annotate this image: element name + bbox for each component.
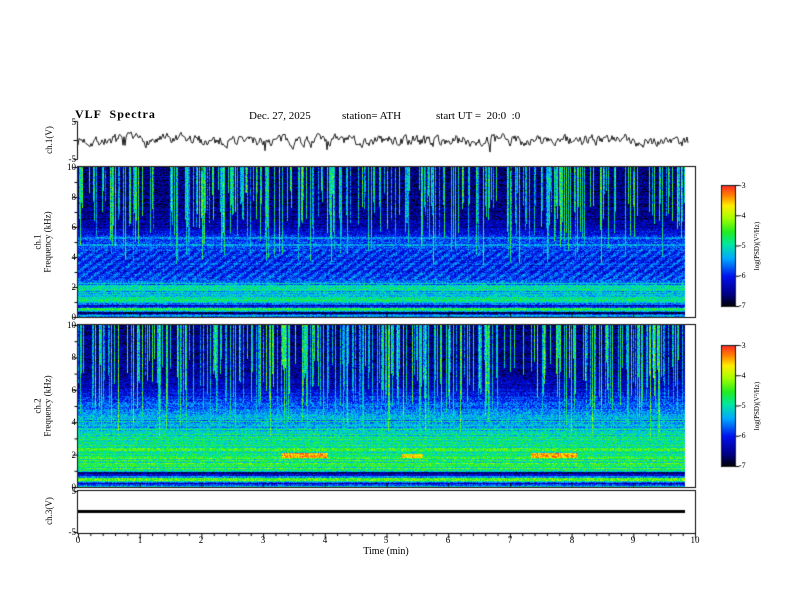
colorbar-tick-label: -6: [739, 431, 746, 440]
ch2-spectrogram-ylabel: ch.2 Frequency (kHz): [33, 375, 54, 436]
ch1-spec-ylabel-line1: ch.1: [32, 234, 43, 250]
colorbar-tick-label: -3: [739, 181, 746, 190]
time-tick-label: 10: [690, 535, 700, 545]
colorbar-ch1-canvas: [722, 186, 735, 306]
colorbar-tick-label: -4: [739, 211, 746, 220]
colorbar-tick-label: -7: [739, 301, 746, 310]
ch1-spectrogram-canvas: [78, 167, 694, 317]
freq-tick-label: 8: [71, 192, 77, 202]
station-label: station= ATH: [342, 110, 402, 122]
ch3-waveform-ylabel: ch.3(V): [43, 497, 54, 525]
ch1-waveform-canvas: [78, 122, 694, 159]
plot-date: Dec. 27, 2025: [249, 110, 311, 122]
freq-tick-label: 6: [71, 385, 77, 395]
time-tick-label: 4: [322, 535, 328, 545]
colorbar-tick-label: -6: [739, 271, 746, 280]
freq-tick-label: 6: [71, 222, 77, 232]
colorbar-tick-label: -7: [739, 461, 746, 470]
ch2-spectrogram-canvas: [78, 325, 694, 487]
colorbar-tick-label: -5: [739, 401, 746, 410]
freq-tick-label: 2: [71, 282, 77, 292]
freq-tick-label: 0: [71, 482, 77, 492]
freq-tick-label: 2: [71, 450, 77, 460]
time-axis-label: Time (min): [363, 546, 409, 557]
ch1-spec-ylabel-line2: Frequency (kHz): [43, 211, 53, 273]
time-tick-label: 0: [75, 535, 81, 545]
freq-tick-label: 4: [71, 252, 77, 262]
colorbar-tick-label: -3: [739, 341, 746, 350]
plot-title: VLF Spectra: [75, 107, 156, 121]
time-tick-label: 2: [198, 535, 204, 545]
ch3-waveform-canvas: [78, 491, 694, 532]
time-tick-label: 8: [569, 535, 575, 545]
ch1-waveform-ylabel: ch.1(V): [43, 126, 54, 154]
time-tick-label: 7: [507, 535, 513, 545]
time-tick-label: 1: [137, 535, 143, 545]
ch2-spec-ylabel-line2: Frequency (kHz): [43, 375, 53, 437]
colorbar-ch2-canvas: [722, 346, 735, 466]
ch2-spec-ylabel-line1: ch.2: [32, 398, 43, 414]
freq-tick-label: 8: [71, 352, 77, 362]
colorbar-tick-label: -4: [739, 371, 746, 380]
colorbar-tick-label: -5: [739, 241, 746, 250]
freq-tick-label: 10: [67, 320, 76, 330]
freq-tick-label: 10: [67, 162, 76, 172]
volt-tick-label: 5: [71, 117, 77, 127]
freq-tick-label: 4: [71, 417, 77, 427]
ch1-spectrogram-ylabel: ch.1 Frequency (kHz): [33, 211, 54, 272]
time-tick-label: 5: [383, 535, 389, 545]
time-tick-label: 6: [445, 535, 451, 545]
time-tick-label: 3: [260, 535, 266, 545]
vlf-spectra-plot: VLF Spectra Dec. 27, 2025 station= ATH s…: [0, 0, 792, 612]
time-tick-label: 9: [630, 535, 636, 545]
start-ut-label: start UT = 20:0 :0: [436, 110, 521, 122]
